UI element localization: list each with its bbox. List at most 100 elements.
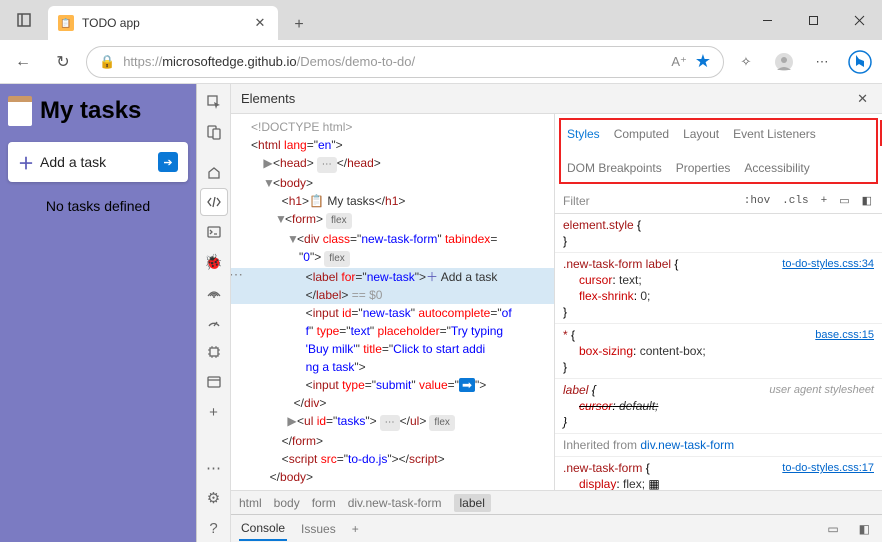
minimize-button[interactable] xyxy=(744,0,790,40)
dom-breadcrumb: html body form div.new-task-form label xyxy=(231,490,882,514)
expand-icon[interactable]: ▶ xyxy=(263,155,273,171)
inspect-icon[interactable] xyxy=(200,88,228,116)
new-rule-icon[interactable]: + xyxy=(817,193,832,209)
profile-icon[interactable] xyxy=(768,46,800,78)
dom-node[interactable]: <h1>📋 My tasks</h1> xyxy=(231,192,554,210)
more-tools-icon[interactable]: + xyxy=(200,398,228,426)
add-task-label[interactable]: Add a task xyxy=(40,154,152,170)
close-icon[interactable]: ✕ xyxy=(252,15,268,31)
css-rule[interactable]: to-do-styles.css:17 .new-task-form { dis… xyxy=(555,457,882,490)
overflow-icon[interactable]: ⋯ xyxy=(200,454,228,482)
tab-properties[interactable]: Properties xyxy=(676,158,731,178)
tab-layout[interactable]: Layout xyxy=(683,124,719,144)
dom-node[interactable]: ng a task"> xyxy=(231,358,554,376)
panel-close-icon[interactable]: ✕ xyxy=(853,87,872,111)
crumb[interactable]: body xyxy=(274,496,300,510)
todo-app-page: My tasks ＋ Add a task ➔ No tasks defined xyxy=(0,84,196,542)
dom-tree[interactable]: <!DOCTYPE html> <html lang="en"> ▶<head>… xyxy=(231,114,555,490)
crumb-selected[interactable]: label xyxy=(454,494,491,512)
computed-toggle-icon[interactable]: ▭ xyxy=(835,192,853,210)
tab-styles[interactable]: Styles xyxy=(567,124,600,144)
refresh-button[interactable]: ↻ xyxy=(46,45,80,79)
collections-icon[interactable]: ✧ xyxy=(730,46,762,78)
settings-icon[interactable]: ⚙ xyxy=(200,484,228,512)
css-rule[interactable]: element.style {} xyxy=(555,214,882,253)
tab-actions-icon[interactable] xyxy=(0,0,48,40)
dom-node-menu-icon[interactable]: ⋯ xyxy=(231,269,244,279)
tab-computed[interactable]: Computed xyxy=(614,124,669,144)
css-rule[interactable]: base.css:15 * { box-sizing: content-box;… xyxy=(555,324,882,379)
dom-node[interactable]: </div> xyxy=(231,394,554,412)
source-link[interactable]: to-do-styles.css:17 xyxy=(782,460,874,476)
drawer-tab-console[interactable]: Console xyxy=(239,517,287,541)
close-window-button[interactable] xyxy=(836,0,882,40)
dom-node[interactable]: <!DOCTYPE html> xyxy=(231,118,554,136)
sources-icon[interactable]: 🐞 xyxy=(200,248,228,276)
drawer-add-icon[interactable]: + xyxy=(350,518,361,540)
welcome-icon[interactable] xyxy=(200,158,228,186)
clipboard-icon xyxy=(8,96,32,126)
bing-chat-icon[interactable] xyxy=(844,46,876,78)
css-rule[interactable]: user agent stylesheet label { cursor: de… xyxy=(555,379,882,434)
styles-rules[interactable]: element.style {} to-do-styles.css:34 .ne… xyxy=(555,214,882,490)
browser-tab[interactable]: 📋 TODO app ✕ xyxy=(48,6,278,40)
collapse-icon[interactable]: ▼ xyxy=(263,175,273,191)
dom-node[interactable]: ▶<ul id="tasks">⋯</ul>flex xyxy=(231,412,554,432)
dom-node[interactable]: <html lang="en"> xyxy=(231,136,554,154)
new-tab-button[interactable]: + xyxy=(284,10,314,40)
back-button[interactable]: ← xyxy=(6,45,40,79)
source-link[interactable]: to-do-styles.css:34 xyxy=(782,256,874,272)
elements-icon[interactable] xyxy=(200,188,228,216)
network-icon[interactable] xyxy=(200,278,228,306)
tab-accessibility[interactable]: Accessibility xyxy=(744,158,809,178)
collapse-icon[interactable]: ▼ xyxy=(287,231,297,247)
favorite-icon[interactable]: ★ xyxy=(695,51,711,72)
dom-node[interactable]: <input id="new-task" autocomplete="of xyxy=(231,304,554,322)
dom-node[interactable]: </html> xyxy=(231,486,554,490)
dom-node[interactable]: "0">flex xyxy=(231,248,554,268)
dom-node[interactable]: ▶<head>⋯</head> xyxy=(231,154,554,174)
performance-icon[interactable] xyxy=(200,308,228,336)
maximize-button[interactable] xyxy=(790,0,836,40)
dom-node[interactable]: </body> xyxy=(231,468,554,486)
dom-node[interactable]: ▼<form>flex xyxy=(231,210,554,230)
flex-swatch-icon[interactable]: ▦ xyxy=(648,477,659,490)
rendering-icon[interactable]: ◧ xyxy=(858,192,876,210)
cls-button[interactable]: .cls xyxy=(778,193,812,209)
dom-node[interactable]: f" type="text" placeholder="Try typing xyxy=(231,322,554,340)
dom-node[interactable]: <input type="submit" value="➡"> xyxy=(231,376,554,394)
dom-node[interactable]: ▼<body> xyxy=(231,174,554,192)
css-rule[interactable]: to-do-styles.css:34 .new-task-form label… xyxy=(555,253,882,324)
filter-input[interactable]: Filter xyxy=(561,194,736,208)
application-icon[interactable] xyxy=(200,368,228,396)
memory-icon[interactable] xyxy=(200,338,228,366)
expand-icon[interactable]: ▶ xyxy=(287,413,297,429)
tab-event-listeners[interactable]: Event Listeners xyxy=(733,124,816,144)
dom-node[interactable]: ▼<div class="new-task-form" tabindex= xyxy=(231,230,554,248)
source-link[interactable]: base.css:15 xyxy=(815,327,874,343)
address-bar[interactable]: 🔒 https://microsoftedge.github.io/Demos/… xyxy=(86,46,724,78)
submit-button[interactable]: ➔ xyxy=(158,152,178,172)
drawer-collapse-icon[interactable]: ◧ xyxy=(855,520,874,538)
add-task-form[interactable]: ＋ Add a task ➔ xyxy=(8,142,188,182)
drawer-tab-issues[interactable]: Issues xyxy=(299,518,338,540)
tab-dom-breakpoints[interactable]: DOM Breakpoints xyxy=(567,158,662,178)
dom-node-selected[interactable]: ⋯ <label for="new-task">＋ Add a task xyxy=(231,268,554,286)
dom-node[interactable]: <script src="to-do.js"></script> xyxy=(231,450,554,468)
reader-icon[interactable]: A⁺ xyxy=(671,54,687,70)
more-icon[interactable]: ⋯ xyxy=(806,46,838,78)
dom-node-selected[interactable]: </label> == $0 xyxy=(231,286,554,304)
crumb[interactable]: form xyxy=(312,496,336,510)
dom-node[interactable]: </form> xyxy=(231,432,554,450)
help-icon[interactable]: ? xyxy=(200,514,228,542)
elements-panel: Elements ✕ <!DOCTYPE html> <html lang="e… xyxy=(231,84,882,542)
device-icon[interactable] xyxy=(200,118,228,146)
collapse-icon[interactable]: ▼ xyxy=(275,211,285,227)
ua-stylesheet-label: user agent stylesheet xyxy=(769,382,874,398)
drawer-icon[interactable]: ▭ xyxy=(823,520,842,538)
crumb[interactable]: html xyxy=(239,496,262,510)
dom-node[interactable]: 'Buy milk'" title="Click to start addi xyxy=(231,340,554,358)
hov-button[interactable]: :hov xyxy=(740,193,774,209)
crumb[interactable]: div.new-task-form xyxy=(348,496,442,510)
console-icon[interactable] xyxy=(200,218,228,246)
